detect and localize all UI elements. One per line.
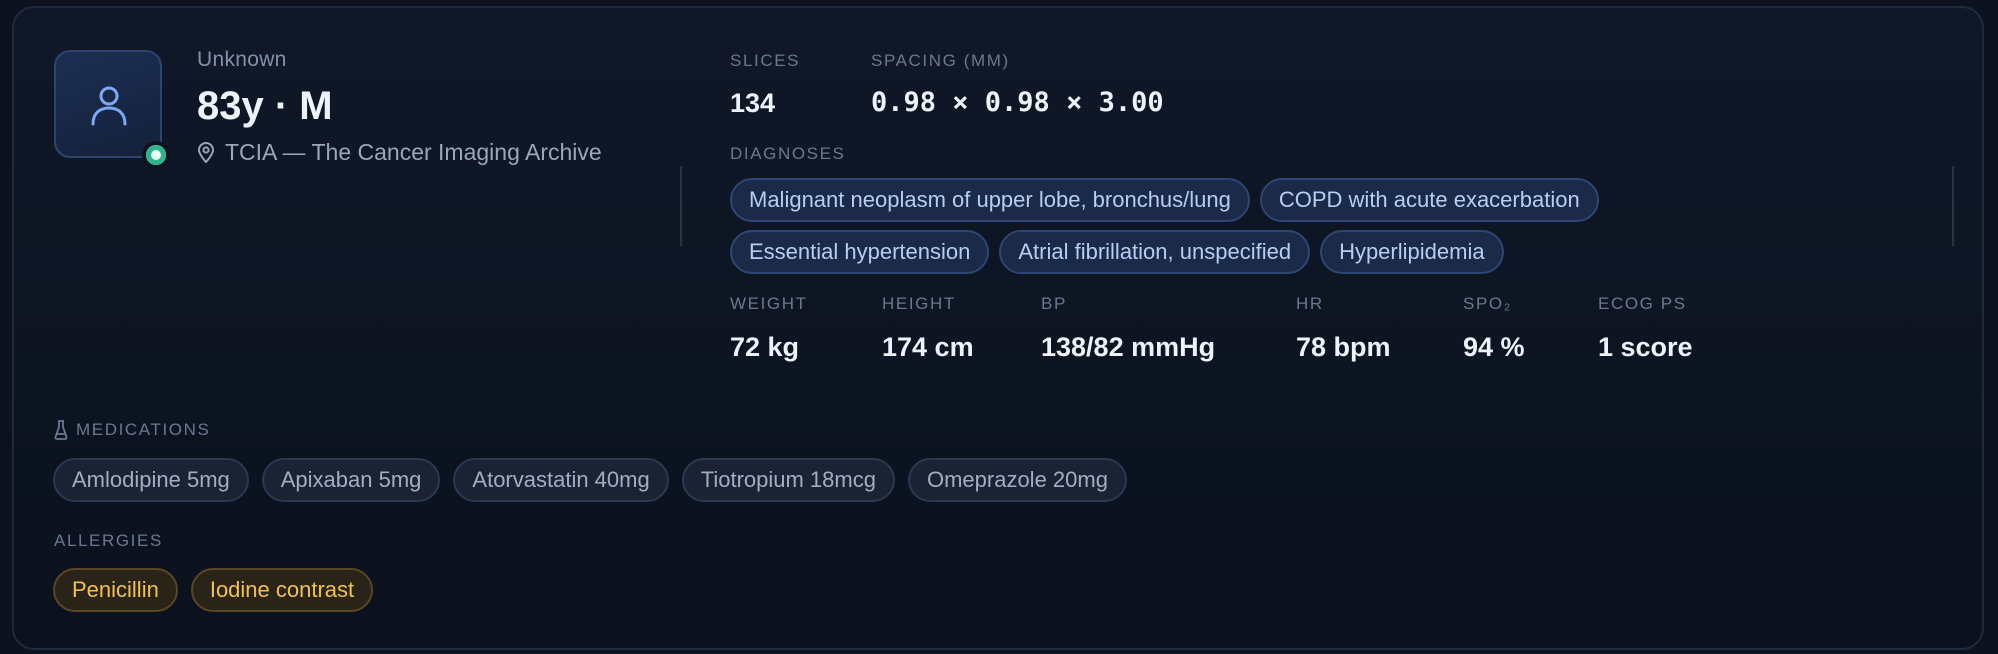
flask-icon (54, 420, 68, 440)
vital-value-ecog: 1 score (1598, 332, 1693, 362)
vital-label-hr: HR (1296, 294, 1324, 313)
diagnosis-chip[interactable]: Hyperlipidemia (1320, 230, 1504, 274)
medications-label: MEDICATIONS (76, 420, 211, 439)
map-pin-icon (197, 141, 215, 163)
vital-value-bp: 138/82 mmHg (1041, 332, 1216, 362)
vital-label-spo2: SPO₂ (1463, 294, 1512, 313)
vital-label-weight: WEIGHT (730, 294, 808, 313)
medication-chip[interactable]: Apixaban 5mg (261, 458, 441, 502)
slices-label: SLICES (730, 51, 801, 70)
patient-avatar (54, 50, 162, 158)
medication-chip[interactable]: Tiotropium 18mcg (681, 458, 895, 502)
vital-value-weight: 72 kg (730, 332, 800, 362)
diagnoses-row-2: Essential hypertension Atrial fibrillati… (730, 230, 1504, 274)
spacing-label: SPACING (MM) (871, 51, 1010, 70)
medications-header: MEDICATIONS (54, 420, 210, 440)
section-divider (680, 166, 682, 246)
patient-source-text: TCIA — The Cancer Imaging Archive (225, 139, 602, 165)
allergies-label: ALLERGIES (54, 531, 163, 550)
spacing-value: 0.98 × 0.98 × 3.00 (871, 87, 1164, 118)
patient-age-sex: 83y · M (197, 84, 333, 128)
status-online-icon (142, 141, 170, 169)
diagnoses-label: DIAGNOSES (730, 144, 846, 163)
diagnosis-chip[interactable]: Essential hypertension (730, 230, 990, 274)
diagnosis-chip[interactable]: COPD with acute exacerbation (1259, 178, 1599, 222)
vital-value-spo2: 94 % (1463, 332, 1525, 362)
patient-name-label: Unknown (197, 48, 287, 71)
vital-label-bp: BP (1041, 294, 1067, 313)
allergies-row: Penicillin Iodine contrast (53, 568, 374, 612)
medication-chip[interactable]: Amlodipine 5mg (53, 458, 249, 502)
slices-value: 134 (730, 88, 776, 118)
vital-label-ecog: ECOG PS (1598, 294, 1687, 313)
medication-chip[interactable]: Omeprazole 20mg (907, 458, 1127, 502)
user-icon (91, 86, 127, 126)
vital-value-height: 174 cm (882, 332, 974, 362)
allergy-chip[interactable]: Iodine contrast (190, 568, 374, 612)
diagnosis-chip[interactable]: Malignant neoplasm of upper lobe, bronch… (730, 178, 1250, 222)
allergy-chip[interactable]: Penicillin (53, 568, 178, 612)
diagnosis-chip[interactable]: Atrial fibrillation, unspecified (999, 230, 1311, 274)
medications-row: Amlodipine 5mg Apixaban 5mg Atorvastatin… (53, 458, 1127, 502)
vital-value-hr: 78 bpm (1296, 332, 1391, 362)
vital-label-height: HEIGHT (882, 294, 956, 313)
section-divider (1952, 166, 1954, 246)
medication-chip[interactable]: Atorvastatin 40mg (453, 458, 669, 502)
patient-source: TCIA — The Cancer Imaging Archive (197, 139, 602, 166)
diagnoses-row-1: Malignant neoplasm of upper lobe, bronch… (730, 178, 1599, 222)
